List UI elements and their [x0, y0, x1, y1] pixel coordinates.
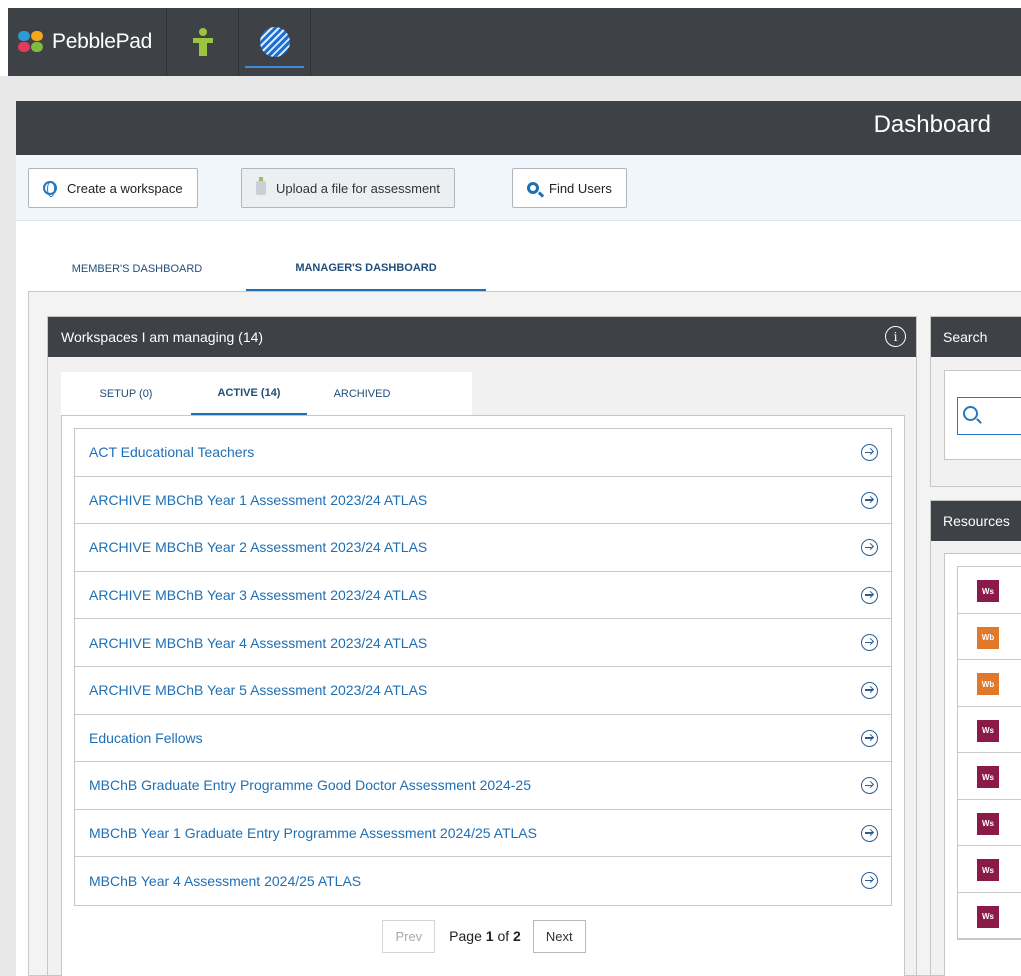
brand-home-link[interactable]: PebblePad [8, 8, 168, 76]
list-item[interactable]: Ws [958, 800, 1021, 846]
arrow-right-icon[interactable] [861, 491, 878, 509]
tab-setup[interactable]: SETUP (0) [61, 372, 191, 415]
workspace-badge-icon: Ws [977, 719, 999, 742]
info-icon[interactable]: i [885, 326, 906, 347]
arrow-right-icon[interactable] [861, 634, 878, 652]
arrow-right-icon[interactable] [861, 824, 878, 842]
workspace-name: MBChB Graduate Entry Programme Good Doct… [89, 777, 531, 794]
workspaces-panel: Workspaces I am managing (14) i SETUP (0… [47, 316, 917, 976]
upload-file-label: Upload a file for assessment [276, 180, 441, 196]
workspace-badge-icon: Ws [977, 812, 999, 835]
dashboard-tabs: MEMBER'S DASHBOARD MANAGER'S DASHBOARD [28, 246, 486, 291]
tab-active[interactable]: ACTIVE (14) [191, 372, 307, 415]
workspace-name: MBChB Year 4 Assessment 2024/25 ATLAS [89, 873, 362, 890]
resources-panel-body: Ws Wb Wb Ws Ws Ws Ws Ws [944, 553, 1021, 976]
list-item[interactable]: Ws [958, 753, 1021, 800]
top-app-bar: PebblePad [0, 0, 1021, 76]
upload-icon [256, 177, 266, 195]
search-icon [527, 182, 539, 194]
workspace-name: Education Fellows [89, 729, 203, 746]
workspace-list: ACT Educational Teachers ARCHIVE MBChB Y… [74, 428, 892, 906]
find-users-label: Find Users [549, 180, 612, 196]
list-item[interactable]: ARCHIVE MBChB Year 1 Assessment 2023/24 … [75, 476, 891, 525]
tab-archived[interactable]: ARCHIVED [307, 372, 417, 415]
workspace-badge-icon: Ws [977, 905, 999, 928]
tab-members-dashboard[interactable]: MEMBER'S DASHBOARD [28, 246, 246, 291]
list-item[interactable]: Education Fellows [75, 714, 891, 763]
workspace-badge-icon: Ws [977, 580, 999, 602]
page-gutter [0, 76, 1021, 101]
arrow-right-icon[interactable] [861, 586, 878, 604]
prev-page-button[interactable]: Prev [382, 919, 436, 953]
workspaces-panel-header: Workspaces I am managing (14) i [48, 317, 916, 357]
pebblepad-logo-icon [18, 31, 44, 53]
search-panel-body [944, 370, 1021, 460]
workspace-status-tabs: SETUP (0) ACTIVE (14) ARCHIVED [61, 372, 472, 415]
workspace-name: ARCHIVE MBChB Year 4 Assessment 2023/24 … [89, 634, 428, 651]
globe-icon [259, 27, 290, 57]
find-users-button[interactable]: Find Users [512, 168, 627, 208]
resources-panel: Resources Ws Wb Wb Ws Ws Ws Ws Ws [930, 500, 1021, 976]
page-title: Dashboard [873, 111, 991, 138]
list-item[interactable]: Ws [958, 707, 1021, 753]
arrow-right-icon[interactable] [861, 539, 878, 557]
arrow-right-icon[interactable] [861, 872, 878, 890]
tab-managers-dashboard[interactable]: MANAGER'S DASHBOARD [246, 246, 486, 291]
workspace-name: ARCHIVE MBChB Year 1 Assessment 2023/24 … [89, 491, 428, 508]
workspace-name: ARCHIVE MBChB Year 5 Assessment 2023/24 … [89, 682, 428, 699]
arrow-right-icon[interactable] [861, 681, 878, 699]
search-input[interactable] [957, 397, 1021, 435]
workspace-badge-icon: Ws [977, 859, 999, 881]
action-bar: Create a workspace Upload a file for ass… [16, 155, 1021, 221]
page-prefix: Page [449, 928, 482, 944]
workspace-name: ACT Educational Teachers [89, 444, 255, 461]
search-icon [963, 406, 978, 421]
page-header: Dashboard [16, 101, 1021, 155]
upload-file-button[interactable]: Upload a file for assessment [241, 168, 456, 208]
total-pages: 2 [513, 928, 521, 944]
arrow-right-icon[interactable] [861, 777, 878, 795]
top-app-bar-inner: PebblePad [8, 8, 1021, 76]
list-item[interactable]: ACT Educational Teachers [75, 429, 891, 477]
pagination: Prev Page 1 of 2 Next [62, 916, 906, 956]
search-panel: Search [930, 316, 1021, 487]
list-item[interactable]: Wb [958, 614, 1021, 660]
workspace-name: ARCHIVE MBChB Year 2 Assessment 2023/24 … [89, 539, 428, 556]
create-workspace-label: Create a workspace [67, 180, 183, 196]
atlas-app-button[interactable] [239, 8, 312, 76]
page-of: of [497, 928, 510, 944]
workspace-name: ARCHIVE MBChB Year 3 Assessment 2023/24 … [89, 587, 428, 604]
workspace-badge-icon: Ws [977, 766, 999, 788]
list-item[interactable]: ARCHIVE MBChB Year 4 Assessment 2023/24 … [75, 619, 891, 667]
resources-list: Ws Wb Wb Ws Ws Ws Ws Ws [957, 566, 1021, 940]
next-page-button[interactable]: Next [532, 919, 586, 953]
arrow-right-icon[interactable] [861, 444, 878, 461]
workspace-list-container: ACT Educational Teachers ARCHIVE MBChB Y… [61, 415, 905, 976]
resources-panel-title: Resources [931, 501, 1021, 541]
list-item[interactable]: Ws [958, 893, 1021, 939]
create-workspace-button[interactable]: Create a workspace [28, 168, 198, 208]
arrow-right-icon[interactable] [861, 729, 878, 747]
list-item[interactable]: MBChB Year 4 Assessment 2024/25 ATLAS [75, 857, 891, 905]
workspace-name: MBChB Year 1 Graduate Entry Programme As… [89, 825, 537, 842]
list-item[interactable]: ARCHIVE MBChB Year 3 Assessment 2023/24 … [75, 571, 891, 620]
pebble-pocket-app-button[interactable] [167, 8, 240, 76]
list-item[interactable]: ARCHIVE MBChB Year 5 Assessment 2023/24 … [75, 666, 891, 715]
page-indicator: Page 1 of 2 [449, 928, 521, 944]
list-item[interactable]: Ws [958, 846, 1021, 893]
brand-name: PebblePad [52, 30, 153, 53]
search-panel-title: Search [931, 317, 1021, 357]
list-item[interactable]: Wb [958, 660, 1021, 707]
globe-icon [43, 181, 57, 197]
list-item[interactable]: ARCHIVE MBChB Year 2 Assessment 2023/24 … [75, 524, 891, 572]
current-page: 1 [485, 928, 494, 944]
list-item[interactable]: Ws [958, 567, 1021, 614]
list-item[interactable]: MBChB Graduate Entry Programme Good Doct… [75, 762, 891, 810]
workbook-badge-icon: Wb [977, 673, 999, 695]
workbook-badge-icon: Wb [977, 626, 999, 649]
person-icon [192, 28, 213, 56]
list-item[interactable]: MBChB Year 1 Graduate Entry Programme As… [75, 809, 891, 858]
left-gutter [0, 101, 16, 976]
workspaces-panel-title: Workspaces I am managing (14) [61, 329, 264, 345]
